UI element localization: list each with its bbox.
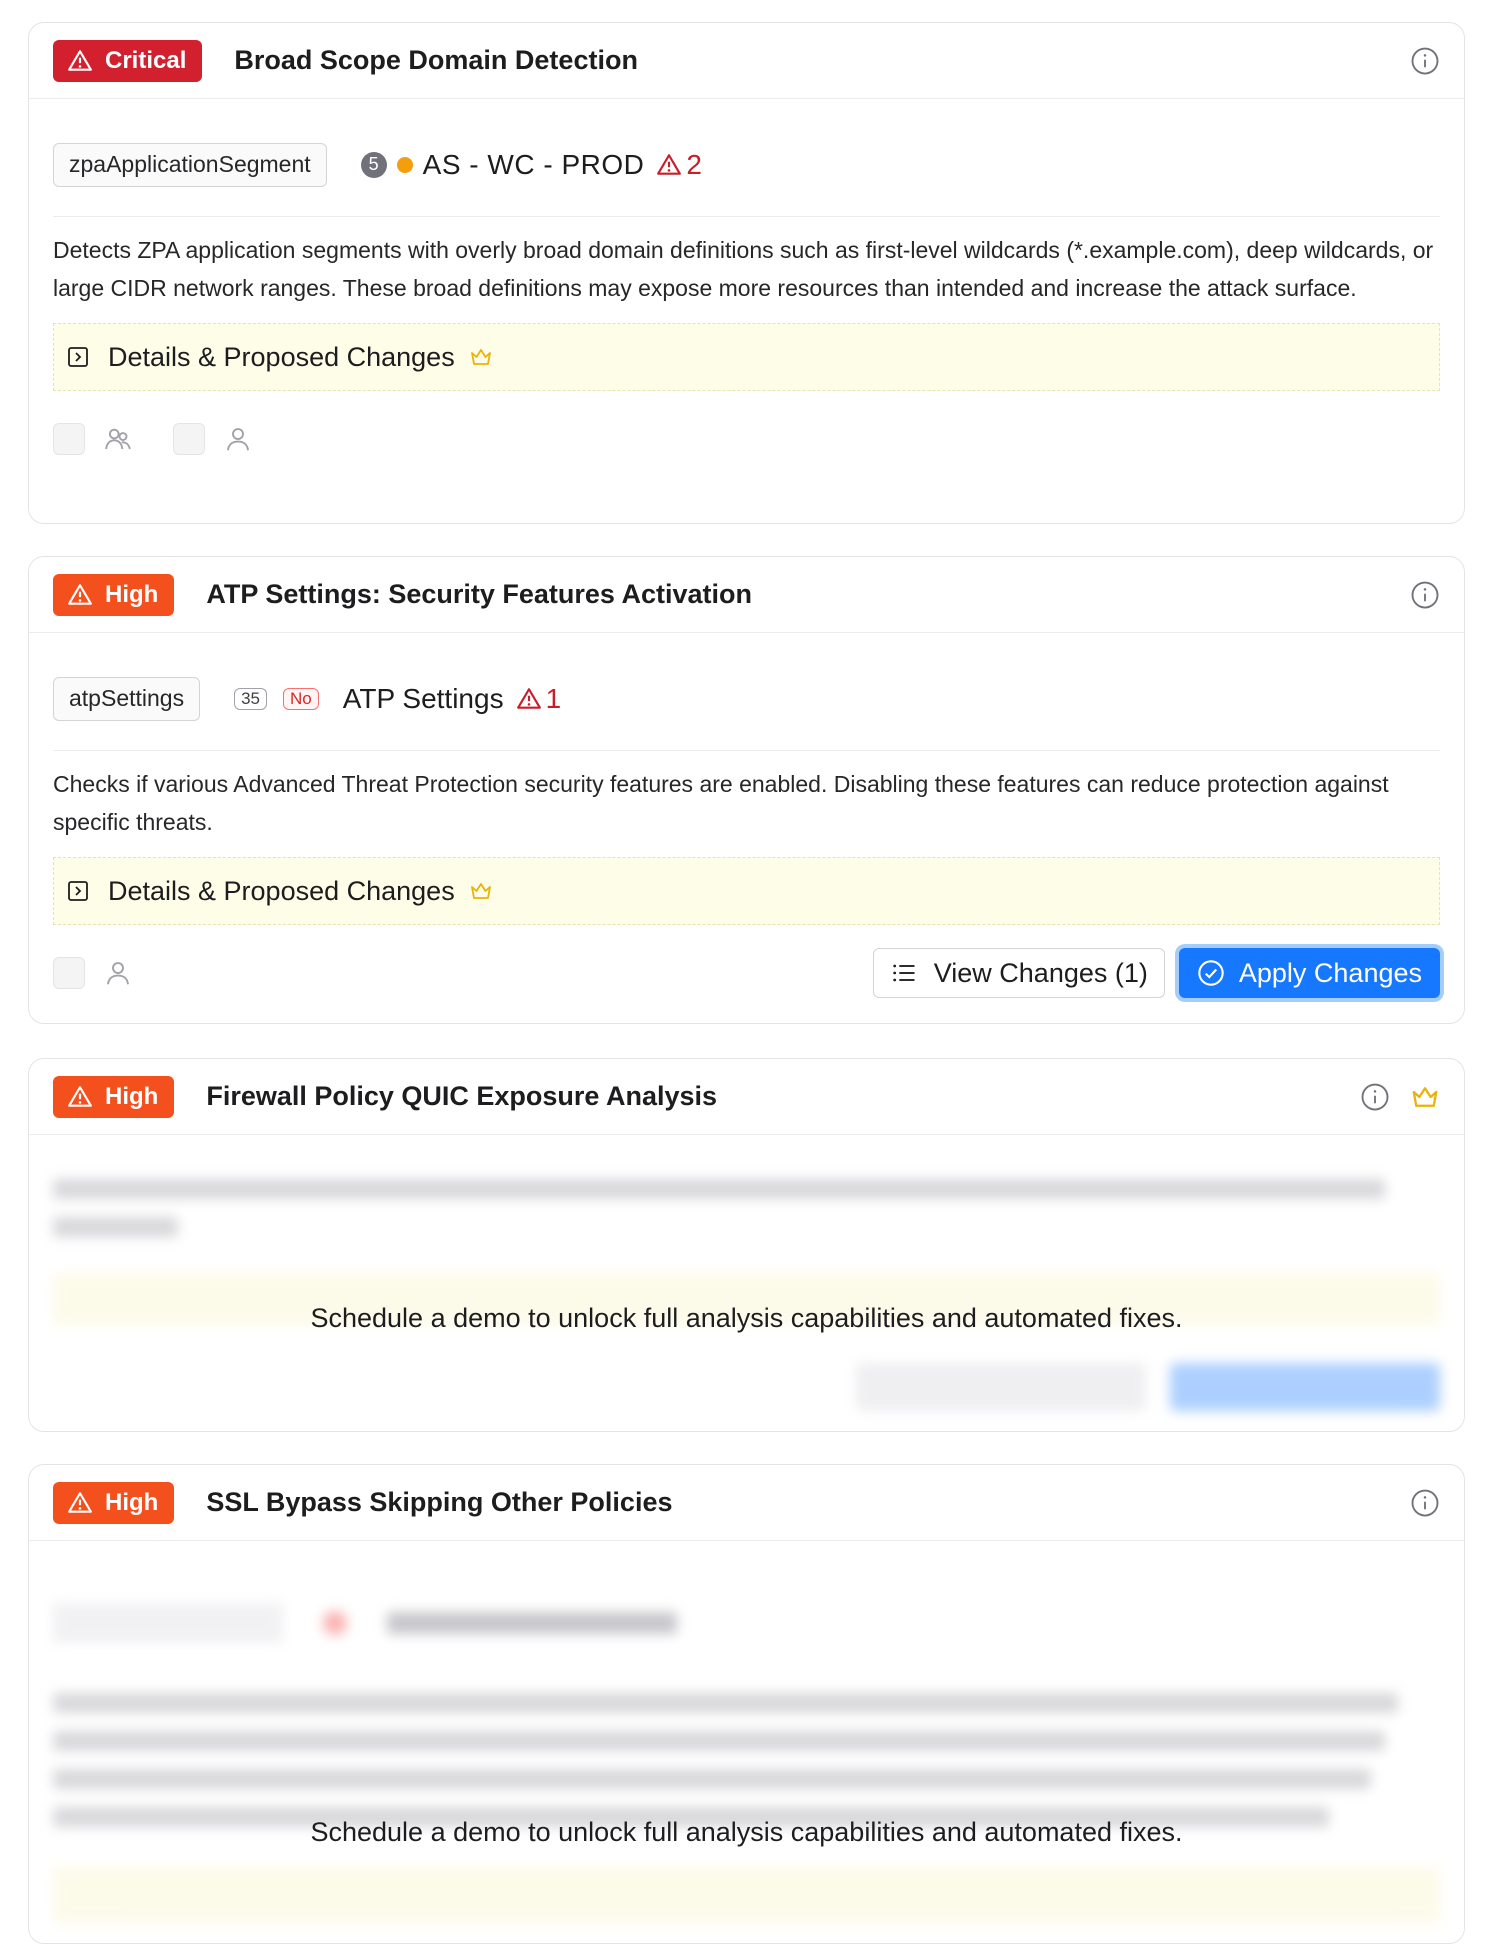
user-group-icon[interactable] — [103, 424, 133, 454]
card-header: High Firewall Policy QUIC Exposure Analy… — [29, 1059, 1464, 1135]
group-assign-checkbox[interactable] — [53, 423, 85, 455]
card-header: Critical Broad Scope Domain Detection — [29, 23, 1464, 99]
card-header: High SSL Bypass Skipping Other Policies — [29, 1465, 1464, 1541]
crown-icon — [1410, 1082, 1440, 1112]
crown-icon — [469, 879, 493, 903]
finding-card-locked: High Firewall Policy QUIC Exposure Analy… — [28, 1058, 1465, 1432]
severity-label: Critical — [105, 46, 187, 74]
apply-changes-label: Apply Changes — [1238, 957, 1422, 988]
warning-count-value: 1 — [545, 682, 562, 714]
warning-count-value: 2 — [686, 148, 702, 180]
warning-triangle-icon — [516, 687, 541, 709]
finding-title: SSL Bypass Skipping Other Policies — [206, 1487, 673, 1517]
finding-card: High ATP Settings: Security Features Act… — [28, 556, 1465, 1024]
findings-list: Critical Broad Scope Domain Detection zp… — [0, 0, 1502, 1944]
status-dot — [396, 156, 413, 173]
finding-title: Firewall Policy QUIC Exposure Analysis — [206, 1081, 718, 1111]
details-toggle[interactable]: Details & Proposed Changes — [53, 323, 1440, 391]
warning-count: 1 — [516, 682, 562, 715]
finding-title: ATP Settings: Security Features Activati… — [206, 579, 752, 609]
locked-content: Schedule a demo to unlock full analysis … — [29, 1603, 1464, 1943]
blurred-preview — [29, 1603, 1464, 1923]
details-toggle[interactable]: Details & Proposed Changes — [53, 857, 1440, 925]
upgrade-message: Schedule a demo to unlock full analysis … — [310, 1817, 1183, 1847]
finding-card: Critical Broad Scope Domain Detection zp… — [28, 22, 1465, 524]
warning-triangle-icon — [657, 153, 682, 175]
blurred-preview — [29, 1179, 1464, 1411]
severity-label: High — [105, 1082, 159, 1110]
expand-square-icon — [68, 881, 88, 901]
severity-label: High — [105, 1488, 159, 1516]
list-icon — [893, 964, 915, 982]
view-changes-label: View Changes (1) — [933, 957, 1148, 988]
user-assign-checkbox[interactable] — [173, 423, 205, 455]
resource-count-badge: 5 — [360, 151, 387, 178]
details-label: Details & Proposed Changes — [108, 341, 455, 372]
severity-badge: High — [53, 573, 175, 616]
assignment-row — [53, 391, 1440, 487]
crown-icon — [469, 345, 493, 369]
check-circle-icon — [1198, 960, 1224, 986]
info-circle-icon[interactable] — [1410, 46, 1440, 76]
enabled-status-badge: No — [283, 687, 319, 710]
expand-square-icon — [68, 347, 88, 367]
user-icon[interactable] — [103, 958, 133, 988]
view-changes-button[interactable]: View Changes (1) — [872, 948, 1165, 998]
environment-name[interactable]: AS - WC - PROD — [423, 149, 645, 181]
severity-badge: High — [53, 1075, 175, 1118]
upgrade-message: Schedule a demo to unlock full analysis … — [310, 1303, 1183, 1333]
severity-label: High — [105, 580, 159, 608]
user-icon[interactable] — [223, 424, 253, 454]
info-circle-icon[interactable] — [1410, 580, 1440, 610]
finding-title: Broad Scope Domain Detection — [234, 45, 638, 75]
info-circle-icon[interactable] — [1410, 1488, 1440, 1518]
resource-count-badge: 35 — [234, 687, 268, 710]
finding-description: Checks if various Advanced Threat Protec… — [53, 771, 1389, 835]
resource-type-chip: zpaApplicationSegment — [53, 142, 327, 187]
user-assign-checkbox[interactable] — [53, 957, 85, 989]
finding-description: Detects ZPA application segments with ov… — [53, 237, 1434, 301]
warning-triangle-icon — [68, 1085, 92, 1107]
info-circle-icon[interactable] — [1360, 1082, 1390, 1112]
apply-changes-button[interactable]: Apply Changes — [1178, 948, 1440, 998]
resource-meta-row: atpSettings 35 No ATP Settings 1 — [53, 633, 1440, 751]
warning-count: 2 — [656, 149, 702, 181]
warning-triangle-icon — [68, 583, 92, 605]
card-header: High ATP Settings: Security Features Act… — [29, 557, 1464, 633]
locked-content: Schedule a demo to unlock full analysis … — [29, 1179, 1464, 1431]
severity-badge: High — [53, 1481, 175, 1524]
object-name[interactable]: ATP Settings — [343, 683, 504, 715]
resource-type-chip: atpSettings — [53, 676, 201, 721]
warning-triangle-icon — [68, 1491, 92, 1513]
action-row: View Changes (1) Apply Changes — [53, 925, 1440, 1021]
finding-card-locked: High SSL Bypass Skipping Other Policies — [28, 1464, 1465, 1944]
details-label: Details & Proposed Changes — [108, 875, 455, 906]
resource-meta-row: zpaApplicationSegment 5 AS - WC - PROD 2 — [53, 99, 1440, 217]
severity-badge: Critical — [53, 39, 203, 82]
warning-triangle-icon — [68, 49, 92, 71]
